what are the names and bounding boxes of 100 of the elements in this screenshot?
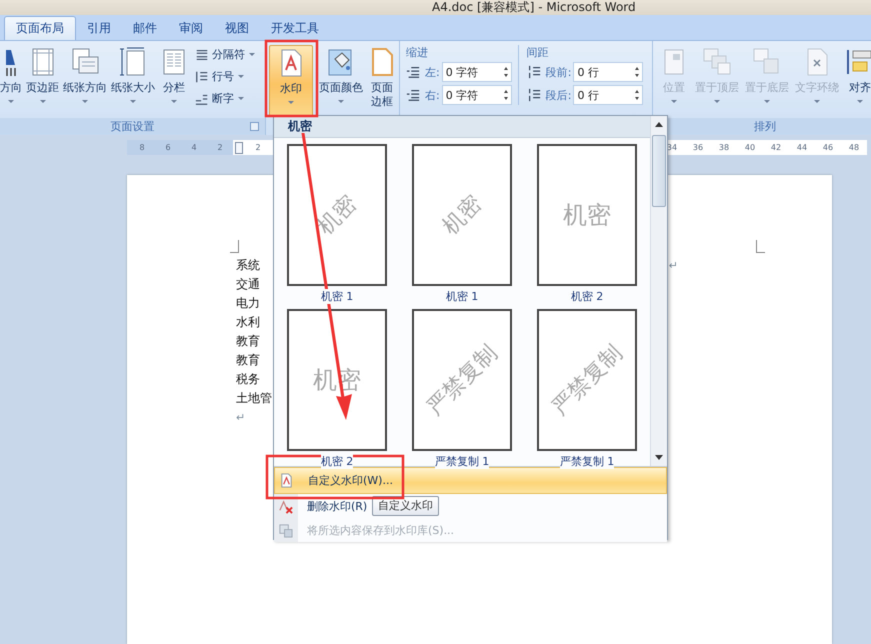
caret-icon bbox=[238, 97, 244, 100]
corner-mark bbox=[756, 240, 765, 253]
field-label: 左: bbox=[425, 64, 440, 80]
document-text: 电力 bbox=[236, 295, 260, 312]
thumbnail-label: 严禁复制 1 bbox=[434, 454, 490, 469]
ruler-number: 40 bbox=[744, 143, 756, 152]
menu-item[interactable]: 自定义水印(W)... bbox=[274, 467, 667, 494]
spinner-icon[interactable] bbox=[504, 67, 508, 77]
document-text: 教育 bbox=[236, 352, 260, 369]
watermark-icon bbox=[279, 473, 294, 488]
ruler-number: 38 bbox=[718, 143, 730, 152]
thumbnail-label: 机密 1 bbox=[446, 289, 478, 304]
scrollbar[interactable] bbox=[650, 116, 667, 466]
ruler-number: 2 bbox=[216, 143, 224, 152]
spacing-icon bbox=[526, 65, 541, 79]
caret-icon bbox=[40, 100, 46, 103]
ribbon-button[interactable]: 分隔符 bbox=[195, 45, 255, 64]
ribbon-button[interactable]: 页边距 bbox=[24, 45, 61, 117]
watermark-text: 机密 bbox=[312, 190, 363, 242]
delete-watermark-icon bbox=[278, 498, 293, 514]
line-numbers-icon bbox=[195, 70, 209, 84]
gallery-heading: 机密 bbox=[274, 116, 650, 138]
ruler-number: 46 bbox=[822, 143, 834, 152]
thumbnail-label: 严禁复制 1 bbox=[560, 454, 614, 469]
section-break-icon bbox=[195, 48, 209, 62]
watermark-text: 严禁复制 bbox=[546, 339, 628, 422]
window-title: A4.doc [兼容模式] - Microsoft Word bbox=[432, 0, 636, 14]
menu-item[interactable]: 删除水印(R) bbox=[274, 494, 370, 518]
caret-icon bbox=[338, 100, 344, 103]
ribbon-button[interactable]: 水印 bbox=[269, 45, 313, 117]
spinner-icon[interactable] bbox=[635, 90, 640, 100]
caret-icon bbox=[671, 100, 677, 103]
number-field[interactable]: 0 行 bbox=[573, 85, 644, 105]
group-label: 页面设置 bbox=[110, 119, 154, 134]
align-icon bbox=[845, 47, 871, 77]
ribbon-button[interactable]: 行号 bbox=[195, 67, 255, 86]
ruler-number: 42 bbox=[770, 143, 782, 152]
ruler-number: 6 bbox=[164, 143, 172, 152]
bring-front-icon bbox=[702, 47, 732, 77]
tooltip: 自定义水印 bbox=[372, 496, 439, 516]
document-text: ↵ bbox=[236, 411, 246, 424]
thumbnail-label: 机密 2 bbox=[570, 289, 604, 304]
watermark-text: 机密 bbox=[436, 190, 488, 242]
group-label: 排列 bbox=[754, 119, 776, 134]
paragraph-mark: ↵ bbox=[668, 259, 678, 272]
ribbon-button[interactable]: 页面边框 bbox=[365, 45, 399, 117]
indent-icon bbox=[406, 65, 420, 79]
ruler-number: 36 bbox=[692, 143, 704, 152]
number-field[interactable]: 0 字符 bbox=[442, 85, 512, 105]
caret-icon bbox=[130, 100, 136, 103]
ribbon-button[interactable]: 纸张方向 bbox=[61, 45, 109, 117]
spinner-icon[interactable] bbox=[635, 67, 640, 77]
ribbon-tab[interactable]: 引用 bbox=[76, 16, 122, 40]
document-text: 土地管 bbox=[236, 390, 272, 407]
ruler-number: 48 bbox=[848, 143, 860, 152]
ribbon-tab[interactable]: 开发工具 bbox=[260, 16, 330, 40]
ribbon-button[interactable]: 纸张大小 bbox=[109, 45, 157, 117]
indent-marker-icon[interactable] bbox=[235, 142, 243, 154]
spacing-icon bbox=[526, 88, 541, 102]
caret-icon bbox=[857, 100, 863, 103]
document-text: 交通 bbox=[236, 276, 260, 293]
field-label: 段后: bbox=[546, 88, 572, 102]
document-text: 水利 bbox=[236, 314, 260, 331]
ribbon-button[interactable]: 对齐 bbox=[843, 45, 871, 117]
caret-icon bbox=[288, 101, 294, 104]
corner-mark bbox=[230, 240, 239, 253]
ruler-number: 34 bbox=[666, 143, 678, 152]
document-text: 税务 bbox=[236, 371, 260, 388]
document-text: 系统 bbox=[236, 257, 260, 274]
ribbon-tab[interactable]: 页面布局 bbox=[4, 16, 76, 40]
ribbon-tab[interactable]: 视图 bbox=[214, 16, 260, 40]
thumbnail-label: 机密 2 bbox=[320, 454, 354, 469]
caret-icon bbox=[764, 100, 770, 103]
caret-icon bbox=[171, 100, 177, 103]
thumbnail-label: 机密 1 bbox=[320, 289, 354, 304]
ribbon-tab[interactable]: 审阅 bbox=[168, 16, 214, 40]
section-label: 间距 bbox=[526, 45, 550, 59]
caret-icon bbox=[238, 75, 244, 78]
watermark-text: 机密 bbox=[563, 200, 611, 231]
caret-icon bbox=[82, 100, 88, 103]
ruler-number: 4 bbox=[190, 143, 198, 152]
spinner-icon[interactable] bbox=[504, 90, 508, 100]
caret-icon bbox=[8, 100, 14, 103]
field-label: 右: bbox=[425, 88, 440, 102]
ruler-number: 44 bbox=[796, 143, 808, 152]
ruler-number: 8 bbox=[138, 143, 146, 152]
caret-icon bbox=[249, 53, 255, 56]
ribbon-tab[interactable]: 邮件 bbox=[122, 16, 168, 40]
ribbon-button[interactable]: 方向 bbox=[0, 45, 24, 117]
ruler-number: 2 bbox=[254, 143, 262, 152]
ribbon-button[interactable]: 分栏 bbox=[157, 45, 191, 117]
number-field[interactable]: 0 字符 bbox=[442, 62, 512, 82]
ribbon-button[interactable]: 断字 bbox=[195, 89, 255, 108]
caret-icon bbox=[714, 100, 720, 103]
save-to-gallery-icon bbox=[278, 522, 293, 538]
indent-icon bbox=[406, 88, 420, 102]
watermark-text: 严禁复制 bbox=[421, 339, 504, 422]
section-label: 缩进 bbox=[406, 45, 429, 59]
number-field[interactable]: 0 行 bbox=[573, 62, 644, 82]
caret-icon bbox=[814, 100, 820, 103]
